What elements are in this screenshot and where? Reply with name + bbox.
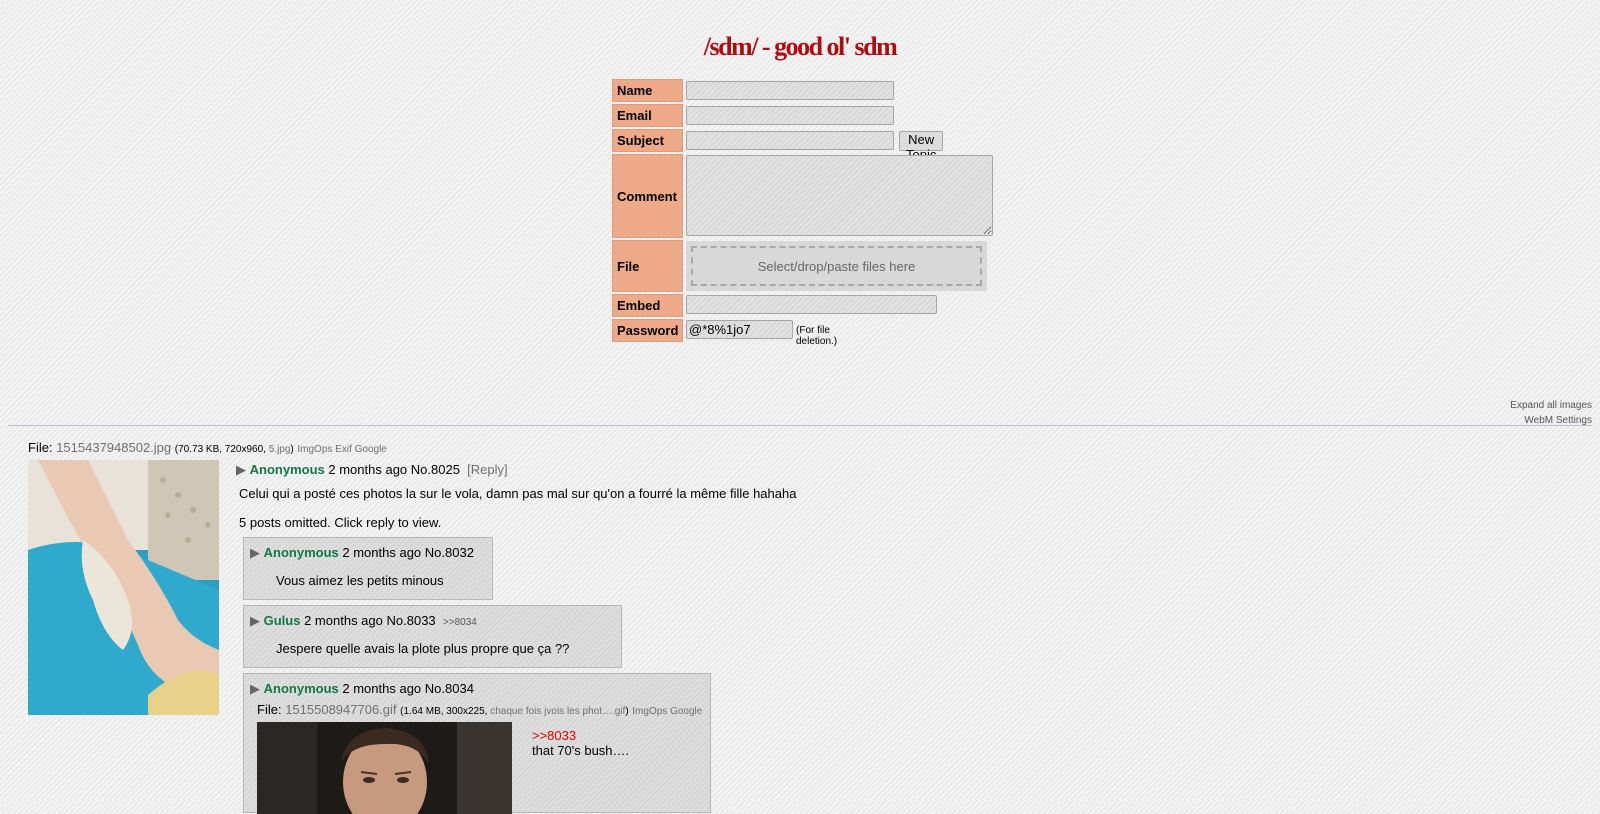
new-topic-button[interactable]: New Topic bbox=[899, 131, 944, 162]
reply-post-8032: ▶ Anonymous 2 months ago No.8032 Vous ai… bbox=[243, 537, 493, 600]
name-field[interactable] bbox=[686, 81, 894, 100]
dropzone-text: Select/drop/paste files here bbox=[757, 258, 916, 274]
reply-number[interactable]: No.8034 bbox=[425, 681, 474, 696]
op-file-name[interactable]: 1515437948502.jpg bbox=[56, 440, 171, 455]
reply-file-tools[interactable]: ImgOps Google bbox=[632, 706, 702, 717]
post-menu-arrow[interactable]: ▶ bbox=[250, 681, 260, 696]
password-label: Password bbox=[612, 319, 683, 342]
subject-field[interactable] bbox=[686, 131, 894, 150]
reply-file-name[interactable]: 1515508947706.gif bbox=[285, 702, 396, 717]
op-file-tools[interactable]: ImgOps Exif Google bbox=[297, 444, 386, 455]
file-meta-close: ) bbox=[625, 706, 629, 717]
reply-post-8034: ▶ Anonymous 2 months ago No.8034 File: 1… bbox=[243, 673, 711, 814]
reply-thumbnail-image bbox=[257, 722, 512, 814]
reply-poster-name: Anonymous bbox=[263, 681, 339, 696]
reply-time: 2 months ago bbox=[304, 613, 383, 628]
board-title: /sdm/ - good ol' sdm bbox=[703, 32, 898, 61]
op-comment: Celui qui a posté ces photos la sur le v… bbox=[239, 486, 797, 501]
quote-link[interactable]: >>8033 bbox=[532, 728, 576, 743]
embed-label: Embed bbox=[612, 294, 683, 317]
file-dropzone[interactable]: Select/drop/paste files here bbox=[691, 246, 982, 286]
file-prefix: File: bbox=[28, 440, 53, 455]
reply-time: 2 months ago bbox=[342, 545, 422, 560]
file-prefix: File: bbox=[257, 702, 282, 717]
post-menu-arrow[interactable]: ▶ bbox=[236, 462, 246, 477]
email-label: Email bbox=[612, 104, 683, 127]
post-menu-arrow[interactable]: ▶ bbox=[250, 545, 260, 560]
reply-time: 2 months ago bbox=[342, 681, 422, 696]
post-menu-arrow[interactable]: ▶ bbox=[250, 613, 260, 628]
op-post-number[interactable]: No.8025 bbox=[411, 462, 460, 477]
reply-quote-link[interactable]: >>8033 bbox=[532, 728, 576, 743]
image-options: Expand all images WebM Settings bbox=[1510, 398, 1592, 428]
reply-post-8033: ▶ Gulus 2 months ago No.8033 >>8034 Jesp… bbox=[243, 605, 622, 668]
password-field[interactable] bbox=[686, 320, 793, 339]
reply-header: ▶ Anonymous 2 months ago No.8034 bbox=[250, 681, 474, 697]
reply-number[interactable]: No.8032 bbox=[425, 545, 474, 560]
reply-poster-name: Gulus bbox=[263, 613, 301, 628]
reply-comment: Jespere quelle avais la plote plus propr… bbox=[276, 641, 570, 656]
op-file-info: File: 1515437948502.jpg (70.73 KB, 720x9… bbox=[28, 440, 387, 455]
reply-comment: that 70's bush…. bbox=[532, 743, 630, 758]
comment-field[interactable] bbox=[686, 155, 993, 236]
op-post-header: ▶ Anonymous 2 months ago No.8025 [Reply] bbox=[236, 462, 508, 478]
omitted-posts-notice: 5 posts omitted. Click reply to view. bbox=[239, 515, 442, 530]
reply-backlink[interactable]: >>8034 bbox=[443, 617, 477, 628]
file-meta-close: ) bbox=[290, 444, 294, 455]
comment-label: Comment bbox=[612, 154, 683, 238]
file-dropzone-container: Select/drop/paste files here bbox=[686, 241, 987, 291]
reply-number[interactable]: No.8033 bbox=[387, 613, 436, 628]
reply-file-alias: chaque fois jvois les phot….gif bbox=[490, 706, 626, 717]
reply-link[interactable]: [Reply] bbox=[467, 462, 507, 477]
email-field[interactable] bbox=[686, 106, 894, 125]
embed-field[interactable] bbox=[686, 295, 937, 314]
file-label: File bbox=[612, 240, 683, 292]
divider bbox=[8, 425, 1592, 426]
op-post-time: 2 months ago bbox=[328, 462, 408, 477]
reply-file-info: File: 1515508947706.gif (1.64 MB, 300x22… bbox=[257, 702, 702, 717]
reply-comment: Vous aimez les petits minous bbox=[276, 573, 444, 588]
op-file-alias: 5.jpg bbox=[268, 444, 291, 455]
reply-thumbnail[interactable] bbox=[257, 722, 512, 814]
op-thumbnail-image bbox=[28, 460, 219, 715]
name-label: Name bbox=[612, 79, 683, 102]
subject-label: Subject bbox=[612, 129, 683, 152]
op-file-meta: 70.73 KB, 720x960, bbox=[178, 444, 269, 455]
reply-header: ▶ Gulus 2 months ago No.8033 >>8034 bbox=[250, 613, 477, 629]
expand-all-images-link[interactable]: Expand all images bbox=[1510, 398, 1592, 413]
op-poster-name: Anonymous bbox=[249, 462, 325, 477]
password-hint: (For file deletion.) bbox=[796, 325, 838, 347]
reply-poster-name: Anonymous bbox=[263, 545, 339, 560]
reply-header: ▶ Anonymous 2 months ago No.8032 bbox=[250, 545, 474, 561]
op-thumbnail[interactable] bbox=[28, 460, 219, 715]
reply-file-meta: 1.64 MB, 300x225, bbox=[403, 706, 491, 717]
